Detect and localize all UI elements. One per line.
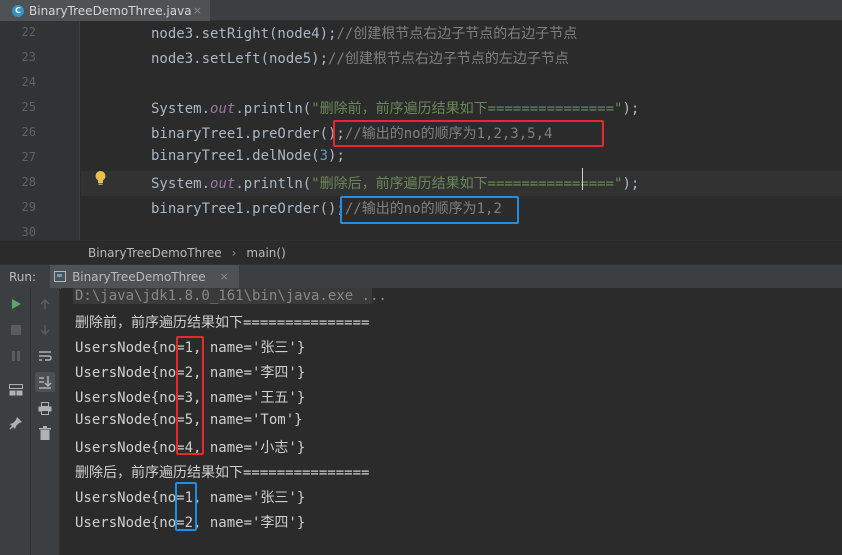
up-arrow-icon[interactable] <box>37 296 53 312</box>
soft-wrap-icon[interactable] <box>37 348 53 364</box>
code-text: System. <box>151 101 211 117</box>
code-line: System.out.println("删除后，前序遍历结果如下========… <box>151 173 639 193</box>
code-text: binaryTree1.preOrder(); <box>151 201 345 217</box>
code-text: ); <box>622 101 640 117</box>
code-editor[interactable]: 22 23 24 25 26 27 28 29 30 node3.setRigh… <box>0 21 842 240</box>
line-number: 26 <box>21 125 36 139</box>
code-number: 3 <box>319 148 329 164</box>
red-annotation-box <box>333 120 604 147</box>
run-panel-header: Run: BinaryTreeDemoThree × <box>0 264 842 289</box>
pause-icon[interactable] <box>8 348 24 364</box>
close-run-tab-icon[interactable]: × <box>220 270 229 283</box>
line-number: 27 <box>21 150 36 164</box>
pin-icon[interactable] <box>8 415 24 431</box>
code-text: node3.setLeft(node5); <box>151 51 329 67</box>
editor-tab[interactable]: C BinaryTreeDemoThree.java × <box>0 0 210 21</box>
red-annotation-box <box>176 336 204 455</box>
run-icon[interactable] <box>8 296 24 312</box>
code-line: binaryTree1.delNode(3); <box>151 148 345 164</box>
scroll-to-end-icon[interactable] <box>35 372 55 392</box>
line-number: 28 <box>21 175 36 189</box>
code-comment: //创建根节点右边子节点的右边子节点 <box>336 26 578 42</box>
code-field: out <box>210 176 236 192</box>
code-line: node3.setLeft(node5);//创建根节点右边子节点的左边子节点 <box>151 48 569 68</box>
line-number: 23 <box>21 50 36 64</box>
editor-tab-bar: C BinaryTreeDemoThree.java × <box>0 0 842 21</box>
trash-icon[interactable] <box>37 425 53 441</box>
code-field: out <box>210 101 236 117</box>
code-text: System. <box>151 176 211 192</box>
code-comment: //创建根节点右边子节点的左边子节点 <box>328 51 569 67</box>
breadcrumb-separator: › <box>231 245 237 260</box>
code-line: System.out.println("删除前，前序遍历结果如下========… <box>151 98 639 118</box>
console-output[interactable]: D:\java\jdk1.8.0_161\bin\java.exe ... 删除… <box>61 288 842 555</box>
breadcrumb-method[interactable]: main() <box>246 246 285 260</box>
code-string: "删除前，前序遍历结果如下===============" <box>311 101 623 117</box>
run-config-tab[interactable]: BinaryTreeDemoThree × <box>50 264 239 289</box>
editor-tab-title: BinaryTreeDemoThree.java <box>29 3 192 18</box>
print-icon[interactable] <box>37 400 53 416</box>
code-line: node3.setRight(node4);//创建根节点右边子节点的右边子节点 <box>151 23 577 43</box>
code-text: binaryTree1.preOrder(); <box>151 126 345 142</box>
code-text: .println( <box>235 176 312 192</box>
line-number: 30 <box>21 225 36 239</box>
breadcrumb-class[interactable]: BinaryTreeDemoThree <box>88 246 222 260</box>
lightbulb-icon[interactable] <box>94 170 107 186</box>
text-caret <box>582 168 583 190</box>
code-text: ); <box>622 176 640 192</box>
run-config-icon <box>54 271 67 282</box>
line-number: 29 <box>21 200 36 214</box>
console-command-line[interactable]: D:\java\jdk1.8.0_161\bin\java.exe ... <box>75 288 387 304</box>
line-number: 24 <box>21 75 36 89</box>
code-string: "删除后，前序遍历结果如下===============" <box>311 176 623 192</box>
blue-annotation-box <box>340 196 519 224</box>
code-text: ); <box>328 148 345 164</box>
console-line: 删除前，前序遍历结果如下=============== <box>75 315 370 331</box>
line-number-gutter: 22 23 24 25 26 27 28 29 30 <box>0 21 80 240</box>
down-arrow-icon[interactable] <box>37 322 53 338</box>
line-number: 22 <box>21 25 36 39</box>
breadcrumb: BinaryTreeDemoThree › main() <box>0 240 842 264</box>
code-text: node3.setRight(node4); <box>151 26 337 42</box>
toolbar-divider <box>30 288 31 555</box>
console-line: 删除后，前序遍历结果如下=============== <box>75 465 370 481</box>
line-number: 25 <box>21 100 36 114</box>
code-text: binaryTree1.delNode( <box>151 148 320 164</box>
close-tab-icon[interactable]: × <box>193 4 202 17</box>
run-tab-title: BinaryTreeDemoThree <box>72 269 206 284</box>
code-text: .println( <box>235 101 312 117</box>
stop-icon[interactable] <box>8 322 24 338</box>
layout-icon[interactable] <box>8 382 24 398</box>
run-toolbar <box>0 288 60 555</box>
blue-annotation-box <box>175 482 197 531</box>
run-label: Run: <box>9 269 37 284</box>
java-class-icon: C <box>12 4 24 17</box>
